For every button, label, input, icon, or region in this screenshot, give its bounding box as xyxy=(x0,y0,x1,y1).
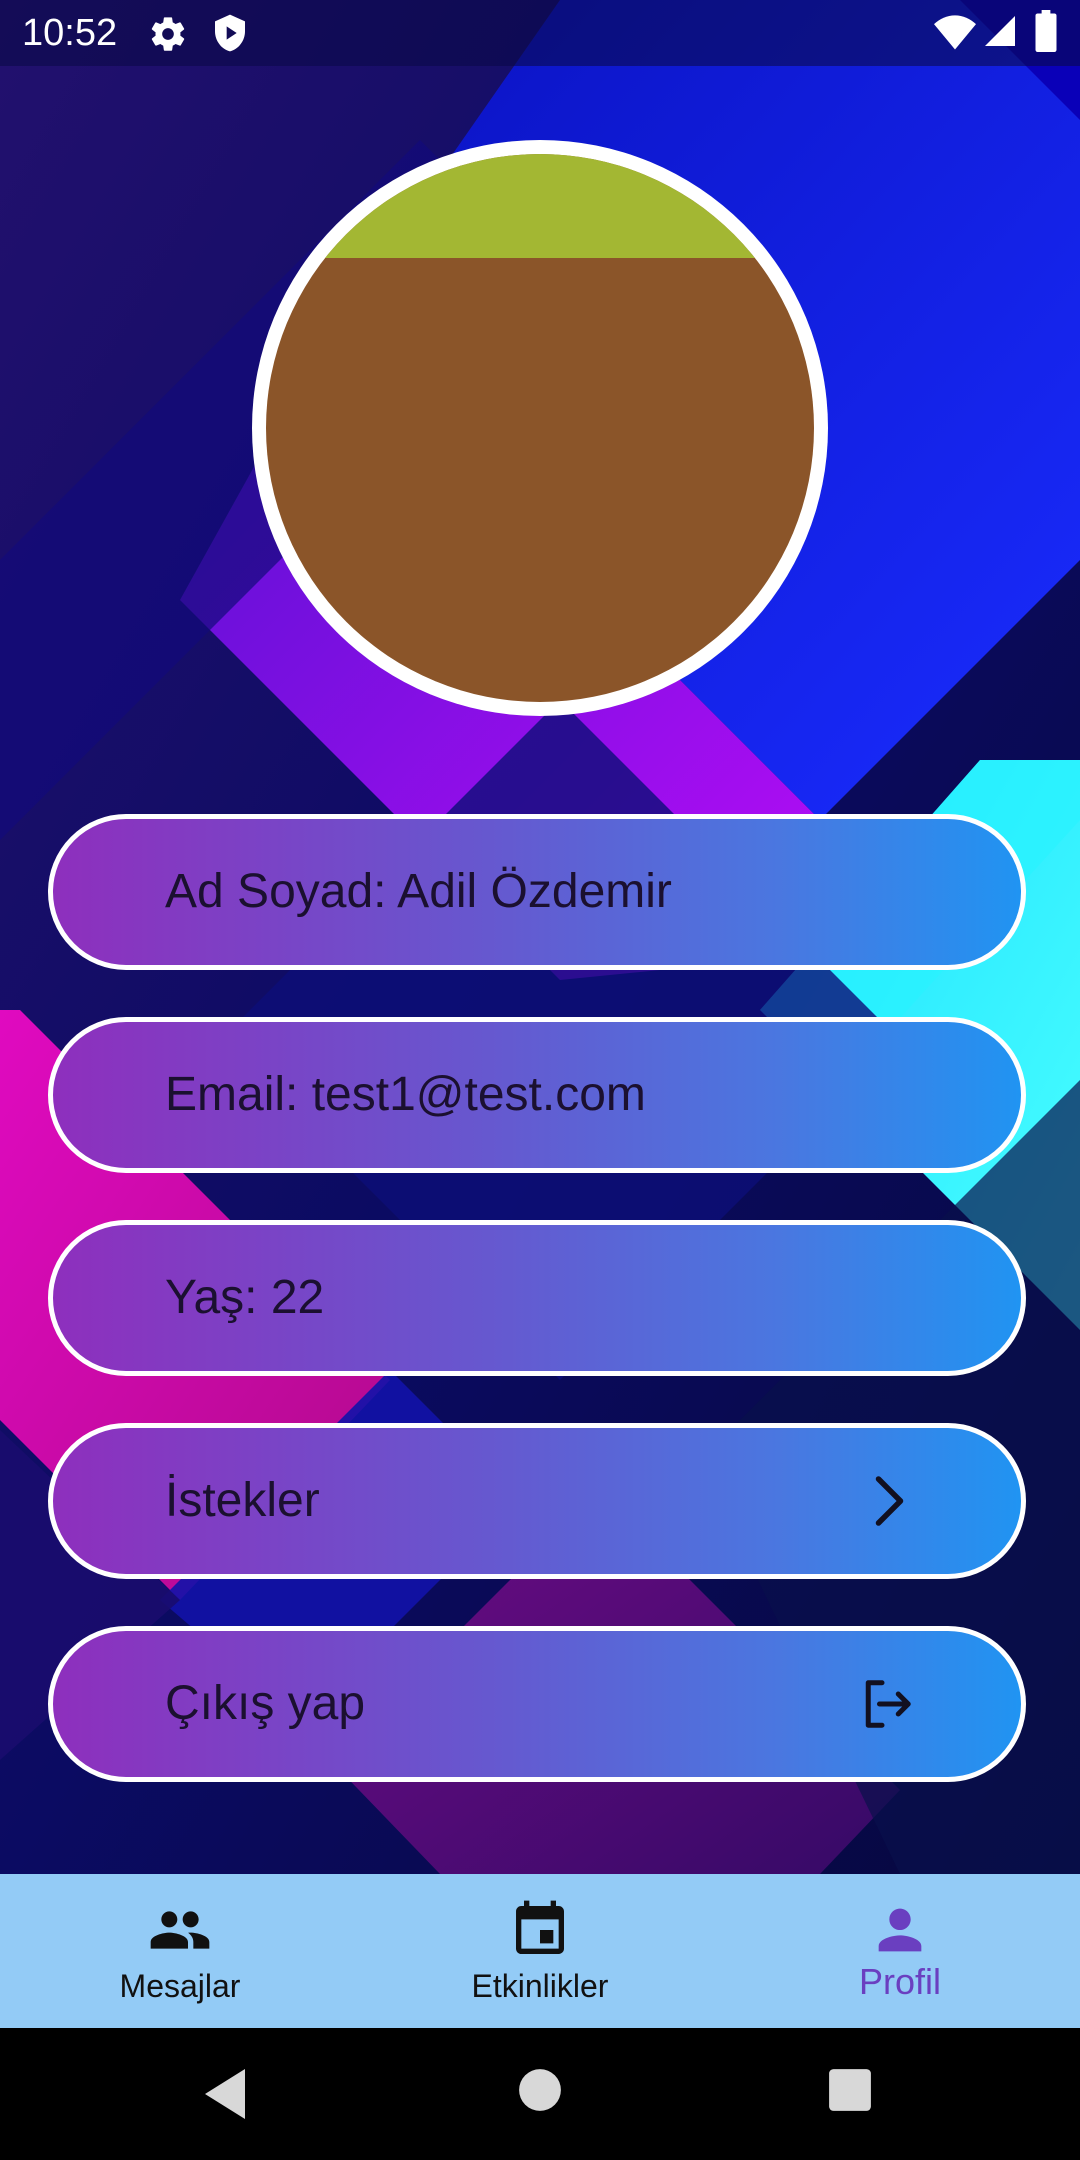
nav-label-profil: Profil xyxy=(858,1961,942,2002)
nav-item-profil[interactable]: Profil xyxy=(720,1874,1080,2028)
age-field: Yaş: 22 xyxy=(48,1220,1026,1376)
avatar-image-top xyxy=(266,154,814,258)
person-icon xyxy=(868,1898,932,1962)
profile-screen: 10:52 Ad Soyad: Adil Özdemir Email: test… xyxy=(0,0,1080,2160)
nav-label-mesajlar: Mesajlar xyxy=(119,1968,241,2004)
wifi-icon xyxy=(934,14,976,55)
avatar-image xyxy=(266,154,814,702)
name-label: Ad Soyad: Adil Özdemir xyxy=(165,865,672,918)
logout-icon xyxy=(857,1674,917,1734)
email-label: Email: test1@test.com xyxy=(165,1068,646,1121)
nav-item-mesajlar[interactable]: Mesajlar xyxy=(0,1874,360,2028)
age-label: Yaş: 22 xyxy=(165,1271,325,1324)
gear-icon xyxy=(148,14,188,59)
shield-icon xyxy=(210,12,250,59)
bottom-navigation: Mesajlar Etkinlikler Profil xyxy=(0,1874,1080,2028)
home-icon[interactable] xyxy=(518,2068,562,2117)
logout-label: Çıkış yap xyxy=(165,1677,366,1730)
back-icon[interactable] xyxy=(200,2064,250,2129)
chevron-right-icon xyxy=(857,1471,917,1531)
signal-icon xyxy=(982,12,1018,55)
name-field: Ad Soyad: Adil Özdemir xyxy=(48,814,1026,970)
requests-label: İstekler xyxy=(165,1474,320,1527)
people-icon xyxy=(148,1898,212,1962)
nav-label-etkinlikler: Etkinlikler xyxy=(471,1968,609,2004)
profile-avatar[interactable] xyxy=(252,140,828,716)
recents-icon[interactable] xyxy=(828,2068,872,2117)
battery-icon xyxy=(1034,10,1058,57)
status-time: 10:52 xyxy=(22,12,118,54)
system-navigation-bar xyxy=(0,2028,1080,2160)
logout-button[interactable]: Çıkış yap xyxy=(48,1626,1026,1782)
email-field: Email: test1@test.com xyxy=(48,1017,1026,1173)
requests-button[interactable]: İstekler xyxy=(48,1423,1026,1579)
nav-item-etkinlikler[interactable]: Etkinlikler xyxy=(360,1874,720,2028)
status-bar: 10:52 xyxy=(0,0,1080,66)
calendar-icon xyxy=(508,1898,572,1962)
